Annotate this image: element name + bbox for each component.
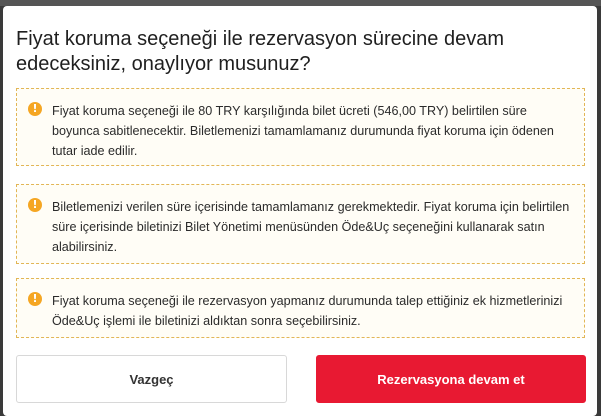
notice-text: Fiyat koruma seçeneği ile rezervasyon ya… [52, 294, 563, 328]
notice-text: Biletlemenizi verilen süre içerisinde ta… [52, 200, 570, 254]
cancel-button[interactable]: Vazgeç [16, 355, 287, 403]
continue-reservation-button[interactable]: Rezervasyona devam et [316, 355, 586, 403]
info-icon: ! [28, 292, 42, 306]
notice-text: Fiyat koruma seçeneği ile 80 TRY karşılı… [52, 104, 554, 158]
dialog-title: Fiyat koruma seçeneği ile rezervasyon sü… [16, 28, 504, 75]
info-notice: ! Fiyat koruma seçeneği ile 80 TRY karşı… [16, 88, 585, 166]
info-icon: ! [28, 102, 42, 116]
price-protection-dialog: Fiyat koruma seçeneği ile rezervasyon sü… [3, 6, 597, 416]
info-notice: ! Fiyat koruma seçeneği ile rezervasyon … [16, 278, 585, 338]
info-icon: ! [28, 198, 42, 212]
info-notice: ! Biletlemenizi verilen süre içerisinde … [16, 184, 585, 264]
